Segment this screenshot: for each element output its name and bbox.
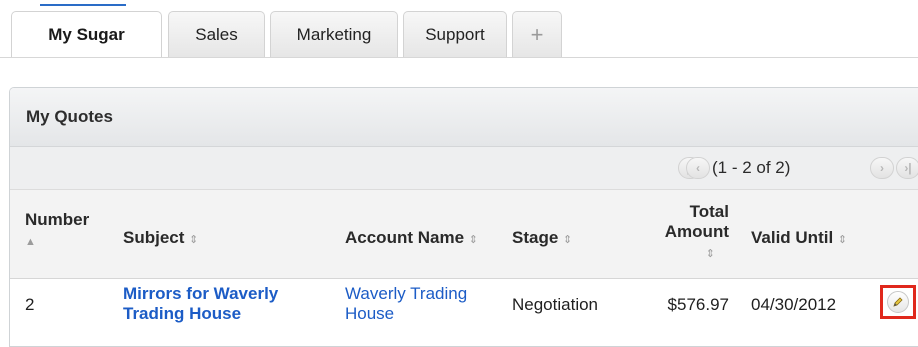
table-header-row: Number ▲ Subject ⇕ Account Name ⇕ Stage … [10,190,918,279]
tab-sales[interactable]: Sales [168,11,265,57]
last-page-icon[interactable]: ›| [896,157,918,179]
account-line2: House [345,304,395,323]
column-header-label-line1: Total [689,202,729,221]
column-header-subject[interactable]: Subject ⇕ [123,228,198,248]
tab-label: My Sugar [48,25,125,44]
subject-line2: Trading House [123,304,242,323]
column-header-label: Number [25,210,90,229]
cell-valid-until: 04/30/2012 [751,295,837,314]
pagination-count: (1 - 2 of 2) [712,158,791,177]
column-header-account-name[interactable]: Account Name ⇕ [345,228,478,248]
column-header-label-line2: Amount [664,222,729,241]
edit-button[interactable] [887,291,909,313]
next-page-icon[interactable]: › [870,157,894,179]
tab-my-sugar[interactable]: My Sugar [11,11,162,58]
quote-subject-link[interactable]: Mirrors for Waverly Trading House [123,284,278,324]
pagination-bar: |‹ ‹ (1 - 2 of 2) › ›| [10,147,918,190]
tab-label: Support [425,24,485,44]
cell-stage: Negotiation [512,295,599,314]
account-name-link[interactable]: Waverly Trading House [345,284,467,324]
plus-icon: + [530,21,544,47]
column-header-valid-until[interactable]: Valid Until ⇕ [751,228,847,248]
table-row: 2 Mirrors for Waverly Trading House Wave… [10,279,918,346]
dashlet-header: My Quotes [10,88,918,147]
column-header-stage[interactable]: Stage ⇕ [512,228,572,248]
sort-arrows-icon[interactable]: ⇕ [706,247,715,260]
column-header-total-amount[interactable]: Total Amount ⇕ [656,202,729,262]
tab-divider [0,57,918,58]
column-header-label: Valid Until [751,228,834,247]
sort-arrows-icon[interactable]: ⇕ [563,233,572,246]
tab-marketing[interactable]: Marketing [270,11,398,57]
sort-arrows-icon[interactable]: ▲ [25,236,36,248]
edit-highlight [880,285,916,319]
column-header-label: Stage [512,228,559,247]
my-quotes-dashlet: My Quotes |‹ ‹ (1 - 2 of 2) › ›| Number … [9,87,918,347]
sort-arrows-icon[interactable]: ⇕ [838,233,847,246]
tab-label: Sales [195,24,238,44]
tab-label: Marketing [296,24,372,44]
tab-support[interactable]: Support [403,11,507,57]
sort-arrows-icon[interactable]: ⇕ [469,233,478,246]
subject-line1: Mirrors for Waverly [123,284,279,303]
account-line1: Waverly Trading [345,284,468,303]
column-header-label: Account Name [345,228,465,247]
cell-total-amount: $576.97 [667,295,729,314]
cell-number: 2 [25,295,35,314]
column-header-label: Subject [123,228,185,247]
sort-arrows-icon[interactable]: ⇕ [189,233,198,246]
column-header-number[interactable]: Number ▲ [25,210,89,250]
pencil-icon [893,297,903,307]
add-tab-button[interactable]: + [512,11,562,57]
previous-page-icon[interactable]: ‹ [686,157,710,179]
module-tab-bar: My Sugar Sales Marketing Support + [0,0,918,58]
dashlet-title: My Quotes [26,107,113,126]
